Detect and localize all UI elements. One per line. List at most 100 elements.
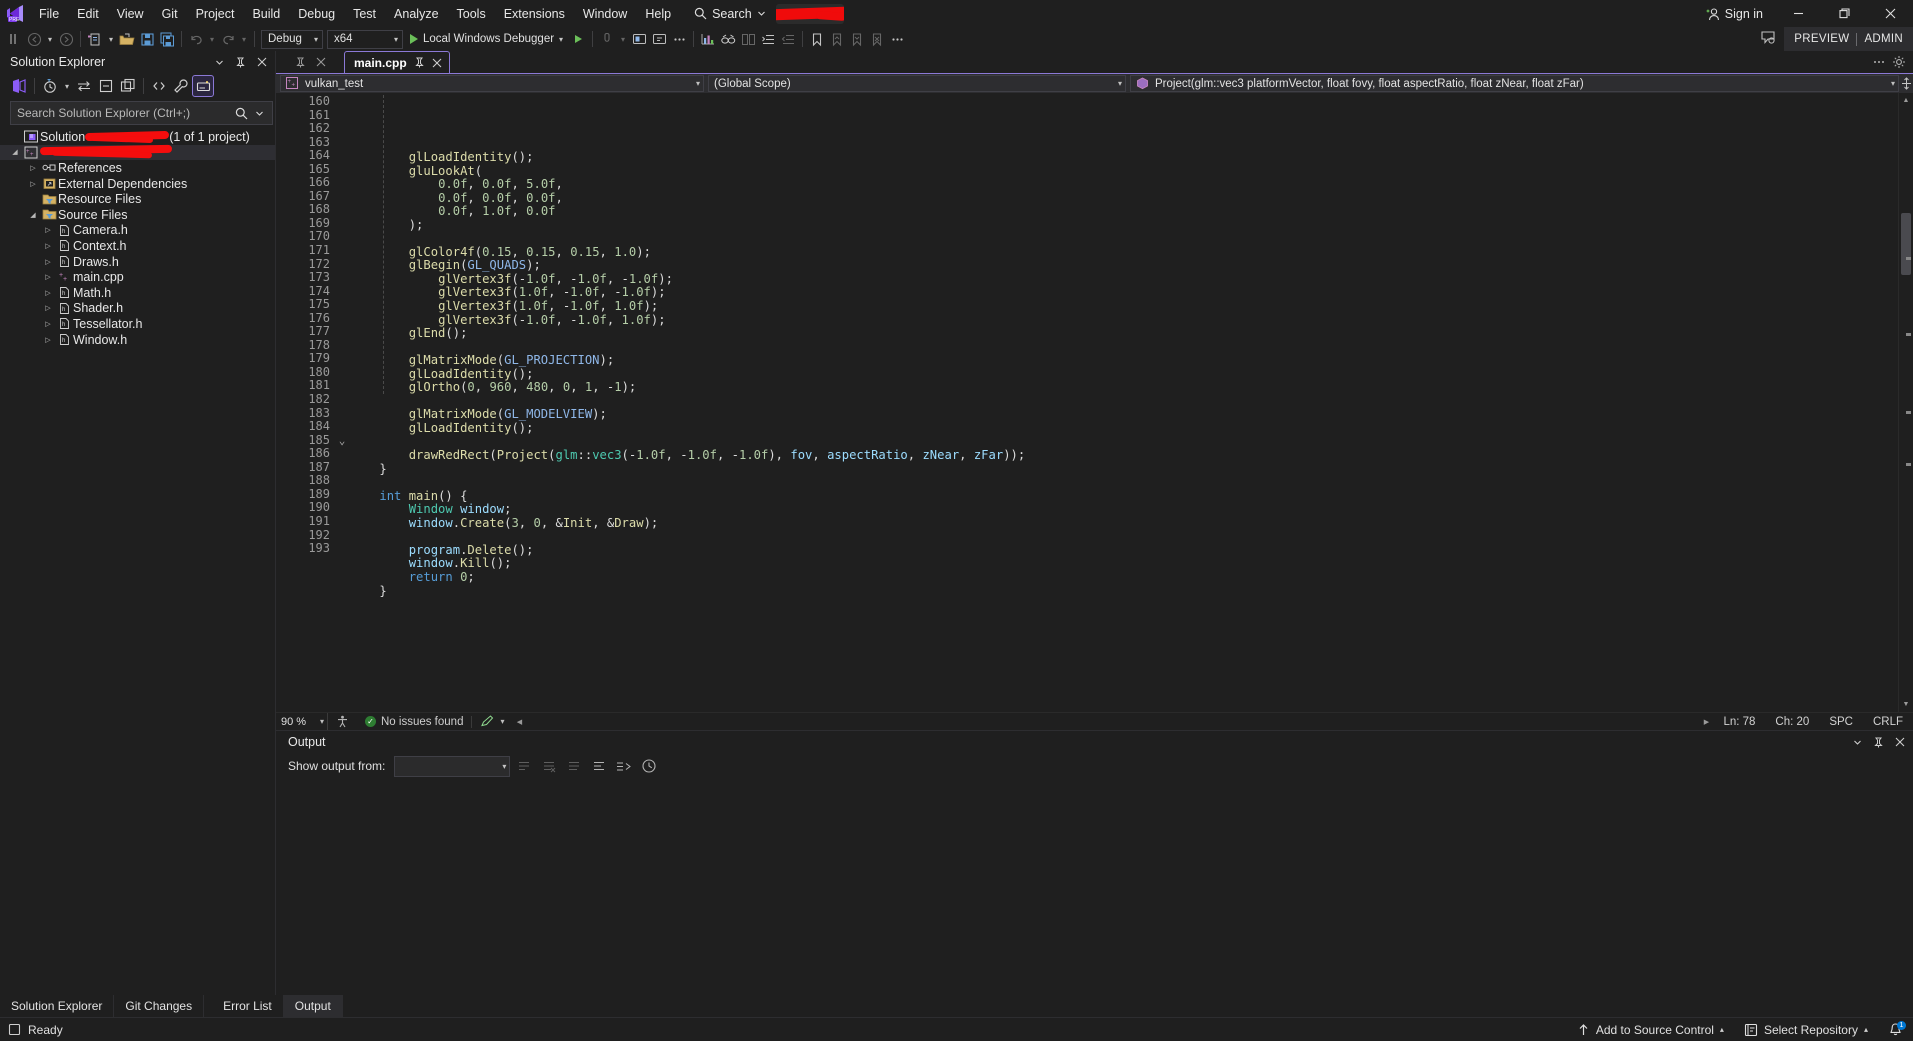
menu-git[interactable]: Git [153,0,187,27]
platform-combo[interactable]: x64 ▾ [327,29,403,49]
code-line[interactable]: 0.0f, 0.0f, 0.0f, [350,191,1898,206]
tree-node-draws-h[interactable]: ▷ h Draws.h [0,254,275,270]
expander-collapsed-icon[interactable]: ▷ [41,285,55,300]
editor-vertical-scrollbar[interactable]: ▲ ▼ [1898,93,1913,712]
pending-changes-icon[interactable] [39,75,61,97]
search-solution-explorer-input[interactable]: Search Solution Explorer (Ctrl+;) [10,101,273,125]
tree-node-tessellator-h[interactable]: ▷ h Tessellator.h [0,316,275,332]
menu-file[interactable]: File [30,0,68,27]
select-repository-button[interactable]: Select Repository ▴ [1734,1018,1878,1041]
code-line[interactable]: glColor4f(0.15, 0.15, 0.15, 1.0); [350,245,1898,260]
tree-node-source-files[interactable]: ◢ Source Files [0,207,275,223]
tab-main-cpp[interactable]: main.cpp [344,51,450,73]
accessibility-indicator[interactable] [328,713,357,731]
chevron-down-icon[interactable]: ▾ [559,35,563,44]
code-line[interactable]: window.Create(3, 0, &Init, &Draw); [350,516,1898,531]
tree-node-project[interactable]: ◢ + + [0,144,275,161]
minimize-icon[interactable] [1775,0,1821,27]
code-line[interactable]: int main() { [350,489,1898,504]
code-line[interactable]: glVertex3f(-1.0f, -1.0f, 1.0f); [350,313,1898,328]
code-line[interactable]: } [350,462,1898,477]
local-windows-debugger-button[interactable]: Local Windows Debugger ▾ [405,28,568,50]
sign-in-button[interactable]: Sign in [1694,7,1775,21]
tree-node-camera-h[interactable]: ▷ h Camera.h [0,223,275,239]
expander-expanded-icon[interactable]: ◢ [8,145,22,160]
inactive-tab-placeholder[interactable] [276,51,344,73]
issues-indicator[interactable]: ✓ No issues found [357,713,471,731]
zoom-level-combo[interactable]: 90 % ▾ [276,713,328,730]
tree-node-window-h[interactable]: ▷ h Window.h [0,332,275,348]
code-line[interactable] [350,341,1898,355]
scope-combo[interactable]: (Global Scope) ▾ [708,75,1126,92]
bookmark-clear-icon[interactable] [867,28,887,50]
menu-window[interactable]: Window [574,0,636,27]
tree-node-solution[interactable]: ▸ Solution (1 of 1 project) [0,129,275,145]
scrollbar-thumb[interactable] [1901,213,1911,275]
sync-with-active-document-icon[interactable] [73,75,95,97]
tree-node-external-dependencies[interactable]: ▷ External Dependencies [0,176,275,192]
code-line[interactable] [350,435,1898,449]
close-icon[interactable] [1890,733,1909,752]
expander-collapsed-icon[interactable]: ▷ [41,332,55,347]
expander-collapsed-icon[interactable]: ▷ [26,160,40,175]
configuration-combo[interactable]: Debug ▾ [261,29,323,49]
expander-collapsed-icon[interactable]: ▷ [41,270,55,285]
chevron-down-icon[interactable]: ▼ [1899,697,1913,712]
code-line[interactable]: glVertex3f(1.0f, -1.0f, 1.0f); [350,299,1898,314]
close-icon[interactable] [432,58,442,68]
bottom-tab-solution-explorer[interactable]: Solution Explorer [0,995,115,1017]
column-indicator[interactable]: Ch: 20 [1765,716,1819,728]
navigate-back-icon[interactable] [24,28,44,50]
code-line[interactable]: program.Delete(); [350,543,1898,558]
pending-changes-caret-icon[interactable]: ▾ [61,75,73,97]
go-to-message-icon[interactable] [588,755,610,777]
navigate-back-caret-icon[interactable]: ▾ [44,28,56,50]
settings-gear-icon[interactable] [1892,55,1906,69]
menu-build[interactable]: Build [243,0,289,27]
compare-icon[interactable] [738,28,758,50]
editor-marker-combo[interactable]: ▾ [472,713,512,731]
more-icon[interactable] [1872,55,1886,69]
menu-edit[interactable]: Edit [68,0,108,27]
code-line[interactable]: glBegin(GL_QUADS); [350,259,1898,273]
code-surface[interactable]: 160 161 162 163 164 165 166 167 168 169 170 171 172 1… [276,93,1898,712]
code-line[interactable]: 0.0f, 1.0f, 0.0f [350,204,1898,219]
split-window-icon[interactable] [1899,74,1913,93]
save-icon[interactable] [137,28,157,50]
code-line[interactable] [350,232,1898,246]
close-icon[interactable] [252,53,271,72]
toggle-timestamps-icon[interactable] [613,755,635,777]
app-menu-icon[interactable] [4,28,24,50]
toggle-word-wrap-icon[interactable] [563,755,585,777]
tree-node-resource-files[interactable]: ▷ Resource Files [0,191,275,207]
menu-debug[interactable]: Debug [289,0,344,27]
tree-node-references[interactable]: ▷ References [0,160,275,176]
chevron-right-icon[interactable]: ▶ [1699,718,1713,726]
undo-icon[interactable] [186,28,206,50]
global-search[interactable]: Search [694,0,766,27]
code-line[interactable]: glLoadIdentity(); [350,367,1898,382]
menu-help[interactable]: Help [636,0,680,27]
tree-node-main-cpp[interactable]: ▷ + + main.cpp [0,269,275,285]
code-line[interactable] [350,395,1898,409]
expander-expanded-icon[interactable]: ◢ [26,207,40,222]
preview-selected-items-icon[interactable] [192,75,214,97]
view-code-icon[interactable] [148,75,170,97]
collapse-all-icon[interactable] [95,75,117,97]
expander-collapsed-icon[interactable]: ▷ [41,316,55,331]
spy-icon[interactable] [718,28,738,50]
code-line[interactable]: glVertex3f(-1.0f, -1.0f, -1.0f); [350,272,1898,287]
save-all-icon[interactable] [157,28,177,50]
tree-node-math-h[interactable]: ▷ h Math.h [0,285,275,301]
expander-collapsed-icon[interactable]: ▷ [41,301,55,316]
notifications-button[interactable]: 1 [1878,1018,1913,1041]
code-line[interactable]: ); [350,218,1898,233]
close-icon[interactable] [1867,0,1913,27]
expander-collapsed-icon[interactable]: ▷ [41,254,55,269]
pin-icon[interactable] [414,57,425,68]
history-icon[interactable] [638,755,660,777]
redo-icon[interactable] [218,28,238,50]
outdent-icon[interactable] [778,28,798,50]
code-line[interactable]: 0.0f, 0.0f, 5.0f, [350,177,1898,192]
chevron-down-icon[interactable] [757,9,766,18]
